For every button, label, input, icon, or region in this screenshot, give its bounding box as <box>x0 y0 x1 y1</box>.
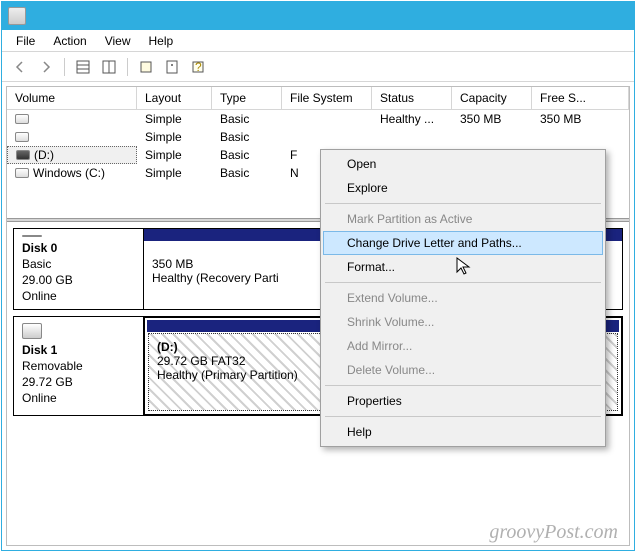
disk-type: Removable <box>22 359 135 373</box>
menu-bar: File Action View Help <box>2 30 634 52</box>
cell-layout: Simple <box>137 111 212 127</box>
svg-text:?: ? <box>195 60 202 74</box>
cell-layout: Simple <box>137 129 212 145</box>
col-layout[interactable]: Layout <box>137 87 212 109</box>
disk-0-info: Disk 0 Basic 29.00 GB Online <box>14 229 144 309</box>
disk-icon <box>16 150 30 160</box>
refresh-button[interactable] <box>136 57 156 77</box>
volume-row[interactable]: Simple Basic Healthy ... 350 MB 350 MB <box>7 110 629 128</box>
cell-status: Healthy ... <box>372 111 452 127</box>
menu-help[interactable]: Help <box>141 32 182 50</box>
ctx-separator <box>325 385 601 386</box>
ctx-change-drive-letter[interactable]: Change Drive Letter and Paths... <box>323 231 603 255</box>
col-volume[interactable]: Volume <box>7 87 137 109</box>
ctx-separator <box>325 203 601 204</box>
disk-icon <box>15 132 29 142</box>
ctx-properties[interactable]: Properties <box>323 389 603 413</box>
back-button[interactable] <box>10 57 30 77</box>
volume-name: (D:) <box>34 148 54 162</box>
cell-layout: Simple <box>137 147 212 163</box>
forward-button[interactable] <box>36 57 56 77</box>
ctx-explore[interactable]: Explore <box>323 176 603 200</box>
disk-status: Online <box>22 391 135 405</box>
cell-capacity: 350 MB <box>452 111 532 127</box>
menu-action[interactable]: Action <box>45 32 94 50</box>
col-capacity[interactable]: Capacity <box>452 87 532 109</box>
ctx-open[interactable]: Open <box>323 152 603 176</box>
cell-fs <box>282 118 372 120</box>
ctx-separator <box>325 282 601 283</box>
volume-name: Windows (C:) <box>33 166 105 180</box>
ctx-help[interactable]: Help <box>323 420 603 444</box>
ctx-shrink-volume: Shrink Volume... <box>323 310 603 334</box>
cell-status <box>372 136 452 138</box>
cell-free <box>532 136 629 138</box>
cell-type: Basic <box>212 111 282 127</box>
toolbar: ? <box>2 52 634 82</box>
context-menu: Open Explore Mark Partition as Active Ch… <box>320 149 606 447</box>
cell-layout: Simple <box>137 165 212 181</box>
cell-type: Basic <box>212 147 282 163</box>
cell-type: Basic <box>212 165 282 181</box>
cell-type: Basic <box>212 129 282 145</box>
disk-icon <box>15 114 29 124</box>
disk-icon <box>15 168 29 178</box>
col-type[interactable]: Type <box>212 87 282 109</box>
cell-free: 350 MB <box>532 111 629 127</box>
ctx-extend-volume: Extend Volume... <box>323 286 603 310</box>
volume-list-header: Volume Layout Type File System Status Ca… <box>7 87 629 110</box>
properties-button[interactable] <box>162 57 182 77</box>
cell-fs <box>282 136 372 138</box>
help-button[interactable]: ? <box>188 57 208 77</box>
cell-capacity <box>452 136 532 138</box>
app-icon <box>8 7 26 25</box>
title-bar[interactable] <box>2 2 634 30</box>
ctx-delete-volume: Delete Volume... <box>323 358 603 382</box>
volume-row[interactable]: Simple Basic <box>7 128 629 146</box>
disk-status: Online <box>22 289 135 303</box>
disk-size: 29.72 GB <box>22 375 135 389</box>
cursor-icon <box>455 256 475 276</box>
toolbar-separator <box>64 58 65 76</box>
ctx-mark-active: Mark Partition as Active <box>323 207 603 231</box>
toolbar-separator <box>127 58 128 76</box>
watermark: groovyPost.com <box>489 521 618 544</box>
disk-name: Disk 1 <box>22 343 135 357</box>
col-filesystem[interactable]: File System <box>282 87 372 109</box>
view-graphical-button[interactable] <box>99 57 119 77</box>
col-status[interactable]: Status <box>372 87 452 109</box>
menu-view[interactable]: View <box>97 32 139 50</box>
disk-size: 29.00 GB <box>22 273 135 287</box>
ctx-separator <box>325 416 601 417</box>
disk-icon <box>22 235 42 237</box>
menu-file[interactable]: File <box>8 32 43 50</box>
disk-1-info: Disk 1 Removable 29.72 GB Online <box>14 317 144 415</box>
col-free[interactable]: Free S... <box>532 87 629 109</box>
disk-type: Basic <box>22 257 135 271</box>
ctx-add-mirror: Add Mirror... <box>323 334 603 358</box>
disk-name: Disk 0 <box>22 241 135 255</box>
view-list-button[interactable] <box>73 57 93 77</box>
disk-icon <box>22 323 42 339</box>
